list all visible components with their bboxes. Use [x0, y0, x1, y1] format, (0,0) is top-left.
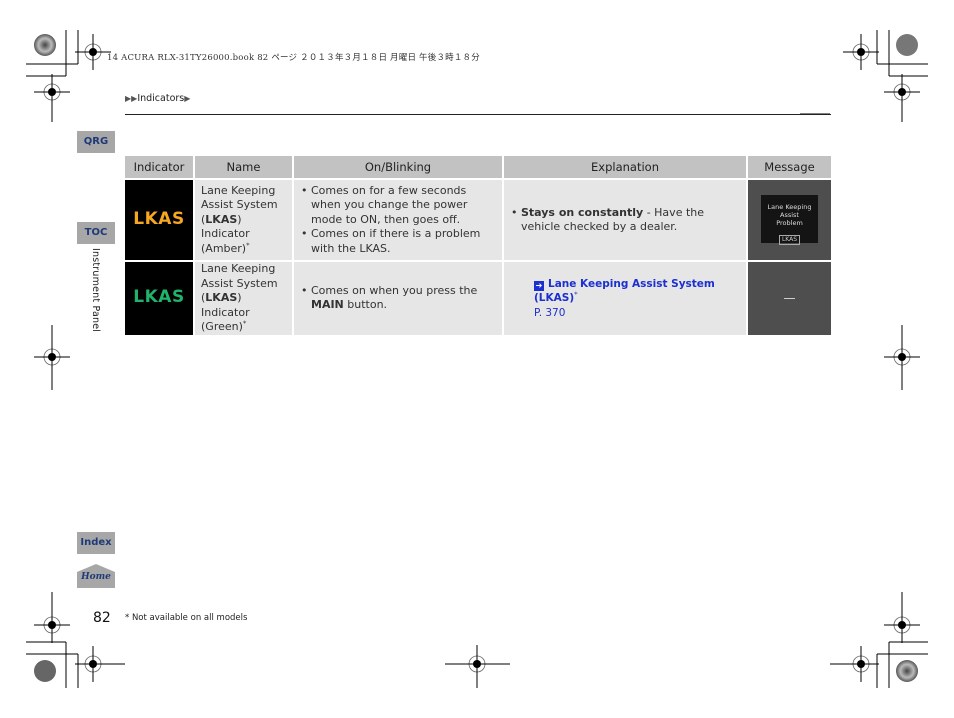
- home-button[interactable]: Home: [77, 564, 115, 588]
- bullet-text: button.: [343, 298, 388, 312]
- table-row: LKAS Lane Keeping Assist System (LKAS) I…: [125, 180, 831, 260]
- lkas-green-indicator-icon: LKAS: [133, 287, 185, 307]
- qrg-button[interactable]: QRG: [77, 131, 115, 153]
- breadcrumb-arrow-icon: ▶: [184, 94, 191, 103]
- name-bold: LKAS: [205, 291, 238, 304]
- bullet-item: Stays on constantly - Have the vehicle c…: [511, 205, 740, 235]
- explanation-bold: Stays on constantly: [521, 205, 644, 219]
- print-header: 14 ACURA RLX-31TY26000.book 82 ページ ２０１３年…: [107, 53, 480, 63]
- section-label: Instrument Panel: [90, 248, 101, 333]
- footnote-mark: *: [242, 319, 247, 328]
- message-cell: Lane Keeping Assist Problem LKAS: [748, 180, 831, 260]
- link-text[interactable]: Lane Keeping Assist System (LKAS): [534, 278, 715, 305]
- explanation-cell: Stays on constantly - Have the vehicle c…: [504, 180, 746, 260]
- footnote: * Not available on all models: [125, 613, 248, 623]
- crop-marks: [26, 30, 928, 688]
- registration-target-icon: [34, 34, 56, 56]
- breadcrumb-arrows-icon: ▶▶: [125, 94, 138, 103]
- breadcrumb-link-indicators[interactable]: Indicators: [137, 93, 184, 104]
- message-display-image: Lane Keeping Assist Problem LKAS: [761, 194, 818, 245]
- column-header: Indicator: [125, 156, 193, 178]
- on-blinking-cell: Comes on when you press the MAIN button.: [294, 262, 502, 335]
- column-header: Explanation: [504, 156, 746, 178]
- arrow-right-icon: ➔: [534, 280, 544, 291]
- no-message-dash: —: [783, 290, 796, 305]
- bullet-item: Comes on for a few seconds when you chan…: [301, 184, 496, 228]
- lkas-reference-link[interactable]: ➔ Lane Keeping Assist System (LKAS)*: [534, 277, 740, 306]
- lkas-badge-icon: LKAS: [778, 234, 801, 245]
- home-label: Home: [81, 572, 111, 582]
- indicator-cell: LKAS: [125, 262, 193, 335]
- message-cell: —: [748, 262, 831, 335]
- column-header: Message: [748, 156, 831, 178]
- breadcrumb: ▶▶Indicators▶: [125, 93, 190, 104]
- name-bold: LKAS: [205, 212, 238, 226]
- bullet-bold: MAIN: [311, 298, 344, 312]
- bullet-item: Comes on if there is a problem with the …: [301, 227, 496, 256]
- footnote-mark: *: [246, 241, 250, 250]
- on-blinking-cell: Comes on for a few seconds when you chan…: [294, 180, 502, 260]
- indicator-table: Indicator Name On/Blinking Explanation M…: [123, 154, 833, 337]
- footnote-mark: *: [574, 290, 578, 299]
- index-button[interactable]: Index: [77, 532, 115, 554]
- table-row: LKAS Lane Keeping Assist System (LKAS) I…: [125, 262, 831, 335]
- lkas-amber-indicator-icon: LKAS: [133, 208, 185, 229]
- bullet-item: Comes on when you press the MAIN button.: [301, 283, 496, 313]
- message-line: Problem: [776, 218, 803, 227]
- page-reference-link[interactable]: P. 370: [534, 306, 740, 321]
- column-header: Name: [195, 156, 292, 178]
- name-cell: Lane Keeping Assist System (LKAS) Indica…: [195, 180, 292, 260]
- toc-button[interactable]: TOC: [77, 222, 115, 244]
- table-header-row: Indicator Name On/Blinking Explanation M…: [125, 156, 831, 178]
- name-cell: Lane Keeping Assist System (LKAS) Indica…: [195, 262, 292, 335]
- page-number: 82: [93, 610, 111, 626]
- indicator-cell: LKAS: [125, 180, 193, 260]
- column-header: On/Blinking: [294, 156, 502, 178]
- explanation-cell: ➔ Lane Keeping Assist System (LKAS)* P. 3…: [504, 262, 746, 335]
- header-rule: [125, 114, 831, 115]
- message-line: Lane Keeping Assist: [767, 202, 812, 219]
- bullet-text: Comes on when you press the: [311, 283, 478, 297]
